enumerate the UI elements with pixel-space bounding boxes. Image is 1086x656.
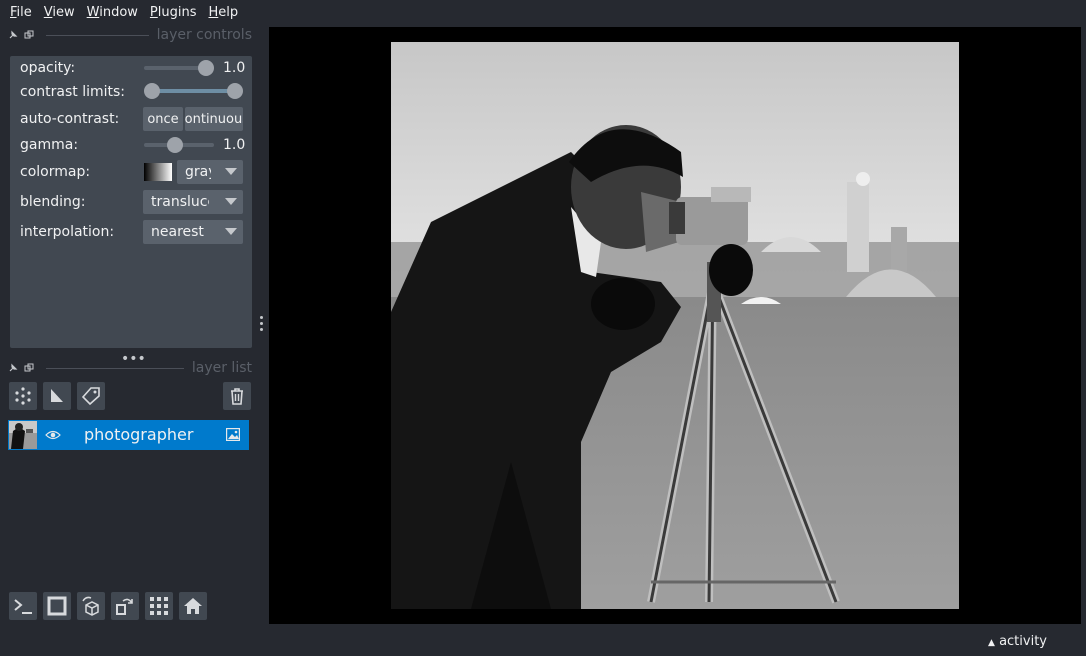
console-button[interactable] bbox=[9, 592, 37, 620]
interpolation-combo[interactable]: nearest bbox=[143, 220, 243, 244]
opacity-label: opacity: bbox=[20, 60, 76, 76]
blending-combo[interactable]: translucent bbox=[143, 190, 243, 214]
menu-view[interactable]: View bbox=[38, 5, 81, 20]
chevron-down-icon bbox=[225, 228, 237, 235]
gamma-label: gamma: bbox=[20, 137, 79, 153]
auto-contrast-continuous-label: continuous bbox=[185, 111, 243, 127]
colormap-preview bbox=[144, 163, 172, 181]
blending-value: translucent bbox=[151, 194, 209, 210]
dock-title-rule bbox=[46, 34, 149, 36]
home-button[interactable] bbox=[179, 592, 207, 620]
layer-list-dock-title: layer list bbox=[8, 360, 256, 376]
eye-icon[interactable] bbox=[45, 429, 61, 441]
layer-list-title: layer list bbox=[191, 360, 252, 376]
home-icon bbox=[184, 598, 202, 614]
console-icon bbox=[14, 599, 32, 614]
opacity-value[interactable]: 1.0 bbox=[223, 60, 252, 76]
layer-name[interactable]: photographer bbox=[84, 425, 193, 444]
canvas-splitter-handle[interactable] bbox=[258, 316, 266, 334]
contrast-high-handle[interactable] bbox=[227, 83, 243, 99]
layer-controls-title: layer controls bbox=[156, 27, 252, 43]
menu-help[interactable]: Help bbox=[203, 5, 245, 20]
image-layer-icon bbox=[226, 428, 240, 441]
dock-title-rule bbox=[46, 367, 184, 369]
opacity-slider-handle[interactable] bbox=[198, 60, 214, 76]
menu-bar: File View Window Plugins Help bbox=[0, 0, 1086, 24]
menu-window[interactable]: Window bbox=[81, 5, 144, 20]
interpolation-label: interpolation: bbox=[20, 224, 115, 240]
interpolation-value: nearest bbox=[151, 224, 204, 240]
ndisplay-icon bbox=[47, 596, 67, 616]
menu-file[interactable]: File bbox=[4, 5, 38, 20]
gamma-slider-handle[interactable] bbox=[167, 137, 183, 153]
roll-button[interactable] bbox=[77, 592, 105, 620]
float-icon[interactable] bbox=[24, 30, 34, 40]
activity-label: activity bbox=[999, 634, 1047, 649]
grid-icon bbox=[150, 597, 168, 615]
layer-list-item[interactable]: photographer bbox=[8, 420, 249, 450]
menu-plugins[interactable]: Plugins bbox=[144, 5, 203, 20]
layer-controls-dock-title: layer controls bbox=[8, 27, 256, 43]
auto-contrast-label: auto-contrast: bbox=[20, 111, 120, 127]
blending-label: blending: bbox=[20, 194, 86, 210]
new-points-icon bbox=[15, 387, 31, 405]
new-shapes-icon bbox=[51, 389, 63, 402]
new-labels-layer-button[interactable] bbox=[77, 382, 105, 410]
delete-layer-button[interactable] bbox=[223, 382, 251, 410]
pin-icon[interactable] bbox=[8, 30, 18, 40]
chevron-down-icon bbox=[225, 198, 237, 205]
viewer-canvas[interactable] bbox=[269, 27, 1081, 624]
new-shapes-layer-button[interactable] bbox=[43, 382, 71, 410]
chevron-down-icon bbox=[225, 168, 237, 175]
pin-icon[interactable] bbox=[8, 363, 18, 373]
photographer-image bbox=[391, 42, 959, 609]
layer-thumbnail bbox=[9, 421, 37, 449]
roll-icon bbox=[82, 596, 99, 616]
new-points-layer-button[interactable] bbox=[9, 382, 37, 410]
grid-button[interactable] bbox=[145, 592, 173, 620]
new-labels-icon bbox=[81, 387, 100, 406]
contrast-limits-label: contrast limits: bbox=[20, 84, 125, 100]
gamma-value[interactable]: 1.0 bbox=[223, 137, 252, 153]
auto-contrast-continuous-button[interactable]: continuous bbox=[185, 107, 243, 131]
colormap-label: colormap: bbox=[20, 164, 91, 180]
contrast-low-handle[interactable] bbox=[144, 83, 160, 99]
transpose-button[interactable] bbox=[111, 592, 139, 620]
auto-contrast-once-button[interactable]: once bbox=[143, 107, 183, 131]
ndisplay-button[interactable] bbox=[43, 592, 71, 620]
transpose-icon bbox=[116, 598, 133, 615]
contrast-limits-slider[interactable] bbox=[152, 89, 236, 93]
colormap-combo[interactable]: gray bbox=[177, 160, 243, 184]
float-icon[interactable] bbox=[24, 363, 34, 373]
activity-button[interactable]: ▲ activity bbox=[988, 634, 1047, 649]
colormap-value: gray bbox=[185, 164, 211, 180]
layer-controls-panel: opacity: 1.0 contrast limits: auto-contr… bbox=[10, 56, 252, 348]
delete-icon bbox=[231, 388, 243, 405]
chevron-up-icon: ▲ bbox=[988, 638, 995, 648]
